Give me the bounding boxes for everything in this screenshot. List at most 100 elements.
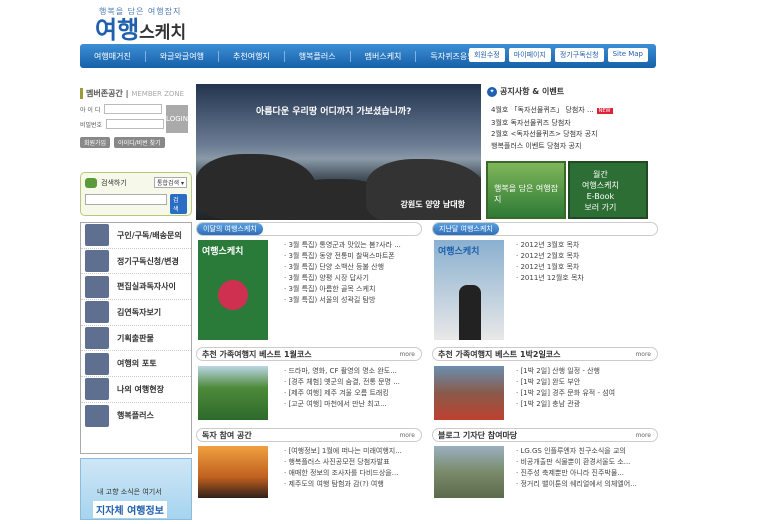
reader-space-photo[interactable] bbox=[198, 446, 268, 498]
list-item[interactable]: 드라마, 영화, CF 촬영의 명소 완도... bbox=[284, 366, 424, 377]
search-button[interactable]: 검색 bbox=[170, 194, 187, 214]
search-scope-select[interactable]: 통합검색 ▾ bbox=[153, 177, 187, 188]
login-button[interactable]: LOGIN bbox=[166, 105, 188, 133]
section-last-month: 지난달 여행스케치 bbox=[432, 222, 658, 236]
promo1-text: 행복을 담은 여행잡지 bbox=[494, 184, 558, 204]
list-item[interactable]: 애매한 정보의 조사자를 다비드상을... bbox=[284, 468, 424, 479]
side-menu-item[interactable]: 편집실과독자사이 bbox=[81, 274, 191, 301]
side-menu: 구인/구독/배송문의 정기구독신청/변경 편집실과독자사이 김연독자보기 기획출… bbox=[80, 222, 192, 454]
promo2-text: 월간 여행스케치 E-Book 보러 가기 bbox=[582, 170, 619, 212]
magazine-cover-last[interactable]: 여행스케치 bbox=[434, 240, 504, 340]
clipboard-icon bbox=[85, 250, 109, 273]
mypage-link[interactable]: 마이페이지 bbox=[508, 48, 551, 62]
more-link[interactable]: more bbox=[399, 432, 415, 439]
overnight-course-list: [1박 2일] 산행 일정 - 산행 [1박 2일] 완도 부안 [1박 2일]… bbox=[516, 366, 656, 410]
site-logo[interactable]: 행복을 담은 여행잡지 여행스케치 bbox=[95, 6, 186, 46]
hero-caption-top: 아름다운 우리땅 어디까지 가보셨습니까? bbox=[256, 107, 412, 117]
list-item[interactable]: 비공개출판 식물뿐이 환경서울도 소... bbox=[516, 457, 656, 468]
list-item[interactable]: LG.GS 인플루엔자 친구소식을 교의 bbox=[516, 446, 656, 457]
notice-item[interactable]: 3월호 독자선물퀴즈 당첨자 bbox=[491, 118, 657, 130]
list-item[interactable]: 2011년 12월호 목차 bbox=[516, 273, 656, 284]
list-item[interactable]: 제주도의 여행 탐험과 감(?) 여행 bbox=[284, 479, 424, 490]
nav-item-magazine[interactable]: 여행매거진 bbox=[80, 50, 146, 62]
plus-icon bbox=[85, 404, 109, 427]
promo-ebook[interactable]: 월간 여행스케치 E-Book 보러 가기 bbox=[568, 161, 648, 219]
side-menu-item[interactable]: 구인/구독/배송문의 bbox=[81, 223, 191, 249]
list-item[interactable]: 3월 특집) 단양 소백산 등불 산행 bbox=[284, 262, 424, 273]
section-label: 추천 가족여행지 베스트 1박2일코스 bbox=[438, 349, 561, 359]
blog-reporters-photo[interactable] bbox=[434, 446, 504, 498]
list-item[interactable]: [1박 2일] 충남 관광 bbox=[516, 399, 656, 410]
last-month-list: 2012년 3월호 목차 2012년 2월호 목차 2012년 1월호 목차 2… bbox=[516, 240, 656, 284]
side-menu-item[interactable]: 기획출판물 bbox=[81, 326, 191, 352]
section-label: 추천 가족여행지 베스트 1월코스 bbox=[202, 349, 312, 359]
list-item[interactable]: [여행정보] 1월에 떠나는 미래여행지... bbox=[284, 446, 424, 457]
login-panel: 멤버존공간 | MEMBER ZONE 아 이 디 비밀번호 LOGIN 회원가… bbox=[80, 88, 192, 160]
day-course-list: 드라마, 영화, CF 촬영의 명소 완도... [경주 체험] 옛군의 숨결,… bbox=[284, 366, 424, 410]
list-item[interactable]: 2012년 2월호 목차 bbox=[516, 251, 656, 262]
section-blog-reporters: 블로그 기자단 참여마당 more bbox=[432, 428, 658, 442]
search-label: 검색하기 bbox=[101, 178, 127, 187]
list-item[interactable]: 3월 특집) 동양 전통미 찰떡스마트폰 bbox=[284, 251, 424, 262]
edit-member-link[interactable]: 회원수정 bbox=[468, 48, 505, 62]
list-item[interactable]: [경주 체험] 옛군의 숨결, 전통 문명 ... bbox=[284, 377, 424, 388]
util-links: 회원수정 마이페이지 정기구독신청 Site Map bbox=[468, 48, 648, 62]
side-menu-item[interactable]: 정기구독신청/변경 bbox=[81, 249, 191, 275]
lighthouse-icon bbox=[85, 378, 109, 401]
side-menu-item[interactable]: 나의 여행현장 bbox=[81, 377, 191, 403]
list-item[interactable]: 3월 특집) 서울의 성곽길 탐방 bbox=[284, 295, 424, 306]
list-item[interactable]: [1박 2일] 완도 부안 bbox=[516, 377, 656, 388]
nav-item-plus[interactable]: 행복플러스 bbox=[285, 50, 351, 62]
signup-button[interactable]: 회원가입 bbox=[80, 137, 111, 148]
side-menu-item[interactable]: 행복플러스 bbox=[81, 403, 191, 429]
login-title: 멤버존공간 | MEMBER ZONE bbox=[80, 88, 192, 99]
subscribe-link[interactable]: 정기구독신청 bbox=[554, 48, 604, 62]
promo-magazine[interactable]: 행복을 담은 여행잡지 bbox=[486, 161, 566, 219]
region-banner[interactable]: 내 고향 소식은 여기서 지자체 여행정보 bbox=[80, 458, 192, 520]
find-account-button[interactable]: 아이디/비번 찾기 bbox=[114, 137, 165, 148]
book-icon bbox=[85, 327, 109, 350]
notice-item[interactable]: 4월호 「독자선물퀴즈」 당첨자 ... NEW bbox=[491, 105, 657, 118]
list-item[interactable]: 3월 특집) 양평 시장 답사기 bbox=[284, 273, 424, 284]
notice-title: 공지사항 & 이벤트 bbox=[500, 87, 565, 96]
section-label: 지난달 여행스케치 bbox=[433, 223, 499, 235]
hero-image[interactable]: 아름다운 우리땅 어디까지 가보셨습니까? 강원도 양양 남대항 bbox=[196, 84, 481, 220]
side-menu-item[interactable]: 여행의 포토 bbox=[81, 351, 191, 378]
list-item[interactable]: 2012년 3월호 목차 bbox=[516, 240, 656, 251]
person-icon bbox=[85, 301, 109, 324]
main-nav: 여행매거진 와글와글여행 추천여행지 행복플러스 멤버스케치 독자퀴즈응모 회원… bbox=[80, 44, 656, 68]
notice-item[interactable]: 2월호 <독자선물퀴즈> 당첨자 공지 bbox=[491, 129, 657, 141]
nav-item-travel[interactable]: 와글와글여행 bbox=[146, 50, 219, 62]
nav-item-recommend[interactable]: 추천여행지 bbox=[219, 50, 285, 62]
more-link[interactable]: more bbox=[635, 432, 651, 439]
section-label: 블로그 기자단 참여마당 bbox=[438, 430, 518, 440]
list-item[interactable]: [제주 여행] 제주 겨울 오름 트래킹 bbox=[284, 388, 424, 399]
search-input[interactable] bbox=[85, 194, 167, 205]
section-this-month: 이달의 여행스케치 bbox=[196, 222, 422, 236]
overnight-course-photo[interactable] bbox=[434, 366, 504, 420]
list-item[interactable]: [1박 2일] 산행 일정 - 산행 bbox=[516, 366, 656, 377]
side-menu-item[interactable]: 김연독자보기 bbox=[81, 300, 191, 326]
list-item[interactable]: [1박 2일] 경주 문화 유적 - 섬여 bbox=[516, 388, 656, 399]
list-item[interactable]: 3월 특집) 통영군과 맛있는 봄?사라 ... bbox=[284, 240, 424, 251]
more-link[interactable]: more bbox=[399, 351, 415, 358]
more-link[interactable]: more bbox=[635, 351, 651, 358]
sitemap-link[interactable]: Site Map bbox=[607, 48, 648, 62]
password-input[interactable] bbox=[106, 119, 165, 129]
magazine-cover-current[interactable]: 여행스케치 bbox=[198, 240, 268, 340]
nav-item-member[interactable]: 멤버스케치 bbox=[351, 50, 417, 62]
list-item[interactable]: 2012년 1월호 목차 bbox=[516, 262, 656, 273]
search-panel: 검색하기 통합검색 ▾ 검색 bbox=[80, 172, 192, 216]
id-input[interactable] bbox=[104, 104, 163, 114]
id-label: 아 이 디 bbox=[80, 106, 101, 114]
list-item[interactable]: 행복플러스 사진공모전 당첨자발표 bbox=[284, 457, 424, 468]
day-course-photo[interactable] bbox=[198, 366, 268, 420]
blog-reporters-list: LG.GS 인플루엔자 친구소식을 교의 비공개출판 식물뿐이 환경서울도 소.… bbox=[516, 446, 656, 490]
notice-item[interactable]: 행복플러스 이벤트 당첨자 공지 bbox=[491, 141, 657, 153]
list-item[interactable]: [고군 여행] 마천에서 만난 최고... bbox=[284, 399, 424, 410]
banner-line2: 지자체 여행정보 bbox=[93, 501, 167, 518]
list-item[interactable]: 정거리 밸이툰의 쉐리얼에서 의체엘어... bbox=[516, 479, 656, 490]
section-reader-space: 독자 참여 공간 more bbox=[196, 428, 422, 442]
list-item[interactable]: 3월 특집) 아름한 골목 스케치 bbox=[284, 284, 424, 295]
list-item[interactable]: 진주성 축제뿐만 아니라 진주박물... bbox=[516, 468, 656, 479]
